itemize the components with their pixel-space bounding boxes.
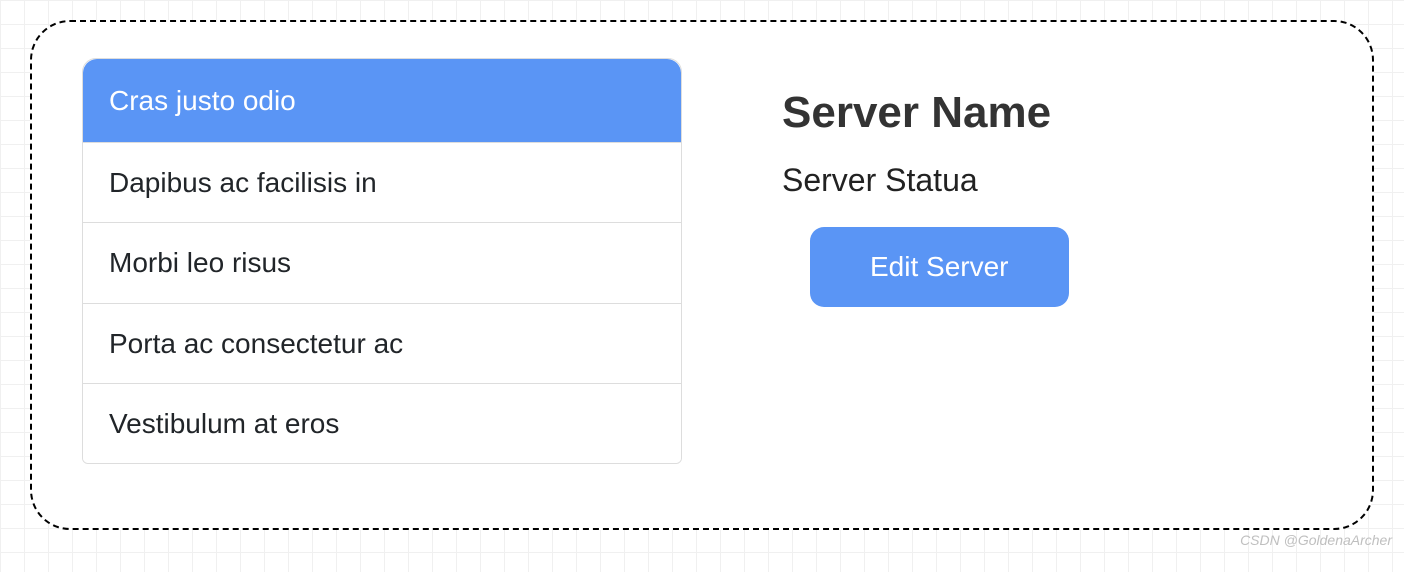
server-detail-column: Server Name Server Statua Edit Server: [782, 58, 1069, 307]
watermark-text: CSDN @GoldenaArcher: [1240, 532, 1392, 548]
list-item[interactable]: Vestibulum at eros: [83, 383, 681, 463]
dashed-panel: Cras justo odio Dapibus ac facilisis in …: [30, 20, 1374, 530]
list-item[interactable]: Cras justo odio: [83, 59, 681, 142]
list-item[interactable]: Porta ac consectetur ac: [83, 303, 681, 383]
server-status-label: Server Statua: [782, 162, 1069, 199]
server-name-heading: Server Name: [782, 88, 1069, 138]
server-list: Cras justo odio Dapibus ac facilisis in …: [82, 58, 682, 464]
list-item[interactable]: Dapibus ac facilisis in: [83, 142, 681, 222]
list-item[interactable]: Morbi leo risus: [83, 222, 681, 302]
edit-server-button[interactable]: Edit Server: [810, 227, 1069, 307]
server-list-column: Cras justo odio Dapibus ac facilisis in …: [82, 58, 682, 464]
